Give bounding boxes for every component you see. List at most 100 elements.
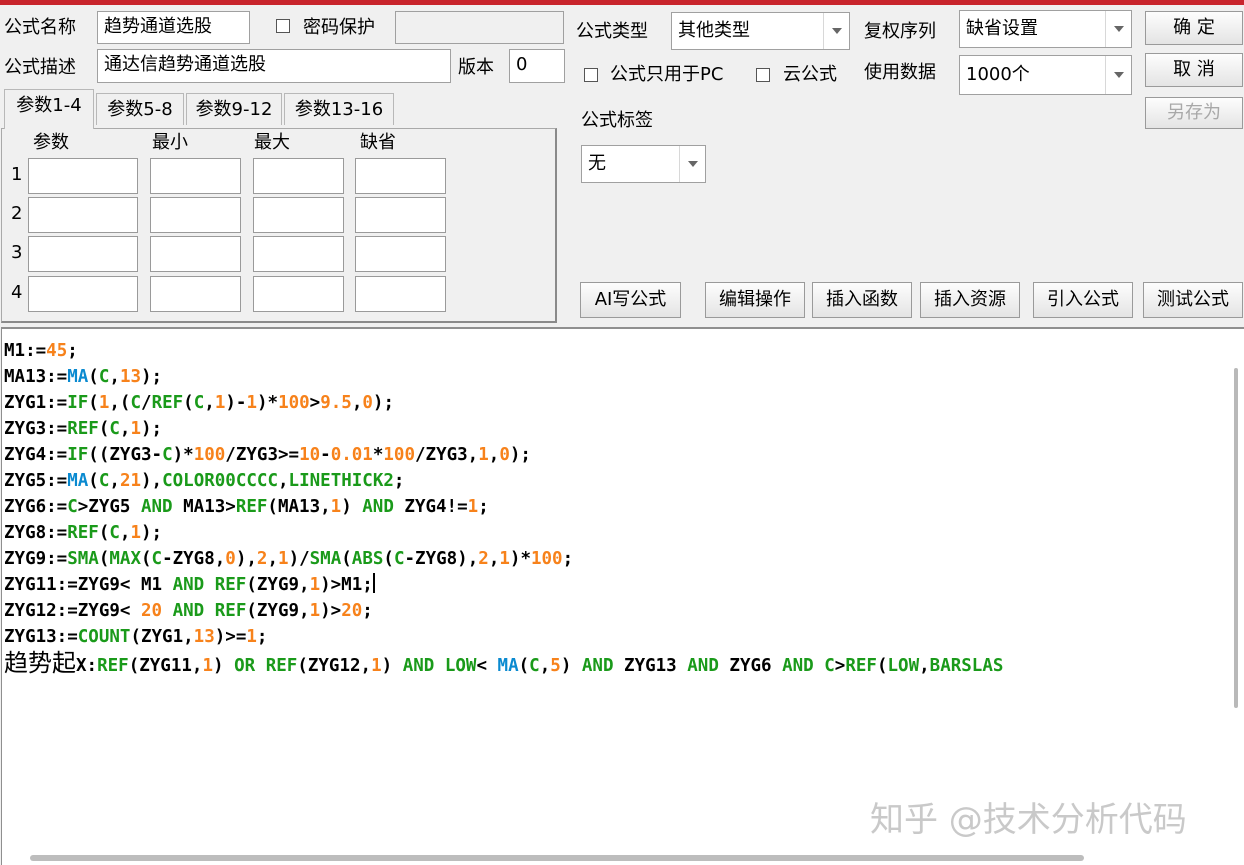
code-token: IF: [67, 393, 89, 413]
code-token: C: [529, 656, 540, 676]
version-input[interactable]: 0: [509, 49, 565, 83]
formula-desc-input[interactable]: 通达信趋势通道选股: [97, 49, 451, 83]
code-token: 1: [467, 497, 479, 517]
code-token: LOW: [887, 656, 920, 676]
code-token: >ZYG5: [77, 497, 141, 517]
param-default-input[interactable]: [355, 276, 446, 312]
pc-only-checkbox[interactable]: [584, 68, 598, 82]
tab-params-13-16[interactable]: 参数13-16: [284, 93, 394, 125]
code-line[interactable]: ZYG8:=REF(C,1);: [4, 520, 1224, 546]
formula-tag-select[interactable]: 无: [581, 145, 706, 183]
code-line[interactable]: ZYG6:=C>ZYG5 AND MA13>REF(MA13,1) AND ZY…: [4, 494, 1224, 520]
tab-params-9-12[interactable]: 参数9-12: [186, 93, 282, 125]
param-min-input[interactable]: [150, 158, 241, 194]
param-max-input[interactable]: [253, 236, 344, 272]
code-token: 21: [119, 471, 142, 491]
formula-desc-label: 公式描述: [4, 57, 76, 78]
code-line[interactable]: M1:=45;: [4, 338, 1224, 364]
edit-operation-button[interactable]: 编辑操作: [705, 282, 805, 318]
text-cursor: [372, 573, 375, 593]
code-token: ABS: [351, 549, 384, 569]
formula-type-label: 公式类型: [576, 21, 648, 42]
code-token: >: [834, 656, 846, 676]
code-token: ,(: [109, 393, 131, 413]
code-line[interactable]: ZYG9:=SMA(MAX(C-ZYG8,0),2,1)/SMA(ABS(C-Z…: [4, 546, 1224, 572]
param-name-input[interactable]: [28, 236, 138, 272]
code-line[interactable]: ZYG12:=ZYG9< 20 AND REF(ZYG9,1)>20;: [4, 598, 1224, 624]
code-token: 1: [371, 656, 382, 676]
formula-name-input[interactable]: 趋势通道选股: [97, 11, 250, 44]
chevron-down-icon[interactable]: [679, 146, 705, 182]
code-token: (MA13,: [267, 497, 331, 517]
code-token: >: [309, 393, 321, 413]
param-name-input[interactable]: [28, 276, 138, 312]
vertical-scrollbar[interactable]: [1234, 368, 1238, 708]
chevron-down-icon[interactable]: [1105, 11, 1131, 47]
param-max-input[interactable]: [253, 197, 344, 233]
code-token: REF: [235, 497, 268, 517]
param-name-input[interactable]: [28, 197, 138, 233]
code-token: /ZYG3,: [415, 445, 479, 465]
password-input[interactable]: [395, 11, 564, 44]
code-token: 1: [246, 627, 257, 647]
code-token: REF: [67, 419, 99, 439]
param-min-input[interactable]: [150, 197, 241, 233]
code-token: ZYG4:=: [4, 445, 68, 465]
code-line[interactable]: 趋势起X:REF(ZYG11,1) OR REF(ZYG12,1) AND LO…: [4, 650, 1224, 676]
code-line[interactable]: ZYG4:=IF((ZYG3-C)*100/ZYG3>=10-0.01*100/…: [4, 442, 1224, 468]
code-token: COUNT: [77, 627, 131, 647]
param-row-number: 4: [11, 282, 23, 303]
param-min-input[interactable]: [150, 276, 241, 312]
code-line[interactable]: ZYG11:=ZYG9< M1 AND REF(ZYG9,1)>M1;: [4, 572, 1224, 598]
code-line[interactable]: ZYG1:=IF(1,(C/REF(C,1)-1)*100>9.5,0);: [4, 390, 1224, 416]
chevron-down-icon[interactable]: [823, 13, 849, 49]
insert-function-button[interactable]: 插入函数: [812, 282, 912, 318]
code-line[interactable]: ZYG3:=REF(C,1);: [4, 416, 1224, 442]
param-max-input[interactable]: [253, 276, 344, 312]
code-token: ): [213, 656, 235, 676]
chevron-down-icon[interactable]: [1105, 56, 1131, 94]
usedata-select[interactable]: 1000个: [959, 55, 1132, 95]
param-default-input[interactable]: [355, 158, 446, 194]
insert-resource-button[interactable]: 插入资源: [920, 282, 1020, 318]
code-token: (: [98, 549, 110, 569]
code-token: )>: [320, 601, 342, 621]
param-min-input[interactable]: [150, 236, 241, 272]
code-line[interactable]: ZYG13:=COUNT(ZYG1,13)>=1;: [4, 624, 1224, 650]
code-line[interactable]: MA13:=MA(C,13);: [4, 364, 1224, 390]
param-default-input[interactable]: [355, 236, 446, 272]
code-token: ;: [362, 601, 373, 621]
import-formula-button[interactable]: 引入公式: [1033, 282, 1133, 318]
tab-params-5-8[interactable]: 参数5-8: [96, 93, 184, 125]
formula-type-select[interactable]: 其他类型: [671, 12, 850, 50]
horizontal-scrollbar[interactable]: [30, 855, 1084, 861]
ai-write-button[interactable]: AI写公式: [580, 282, 681, 318]
code-token: 1: [98, 393, 110, 413]
test-formula-button[interactable]: 测试公式: [1143, 282, 1243, 318]
fq-select[interactable]: 缺省设置: [959, 10, 1132, 48]
code-token: 0.01: [330, 445, 373, 465]
code-text[interactable]: M1:=45; MA13:=MA(C,13); ZYG1:=IF(1,(C/REF(…: [4, 338, 1224, 676]
code-token: );: [141, 367, 163, 387]
ok-button[interactable]: 确 定: [1145, 11, 1243, 45]
tab-params-1-4[interactable]: 参数1-4: [4, 89, 94, 129]
code-line[interactable]: ZYG5:=MA(C,21),COLOR00CCCC,LINETHICK2;: [4, 468, 1224, 494]
param-default-input[interactable]: [355, 197, 446, 233]
param-max-input[interactable]: [253, 158, 344, 194]
cloud-checkbox[interactable]: [756, 68, 770, 82]
param-name-input[interactable]: [28, 158, 138, 194]
code-token: 20: [140, 601, 163, 621]
code-token: ,: [267, 549, 279, 569]
code-token: AND: [402, 656, 435, 676]
code-token: C: [151, 549, 163, 569]
usedata-value: 1000个: [966, 64, 1030, 85]
code-token: AND: [782, 656, 814, 676]
code-token: C: [98, 471, 110, 491]
code-token: (: [341, 549, 352, 569]
cancel-button[interactable]: 取 消: [1145, 53, 1243, 87]
code-token: )-: [225, 393, 247, 413]
code-token: (ZYG12,: [297, 656, 372, 676]
password-checkbox[interactable]: [276, 19, 290, 33]
